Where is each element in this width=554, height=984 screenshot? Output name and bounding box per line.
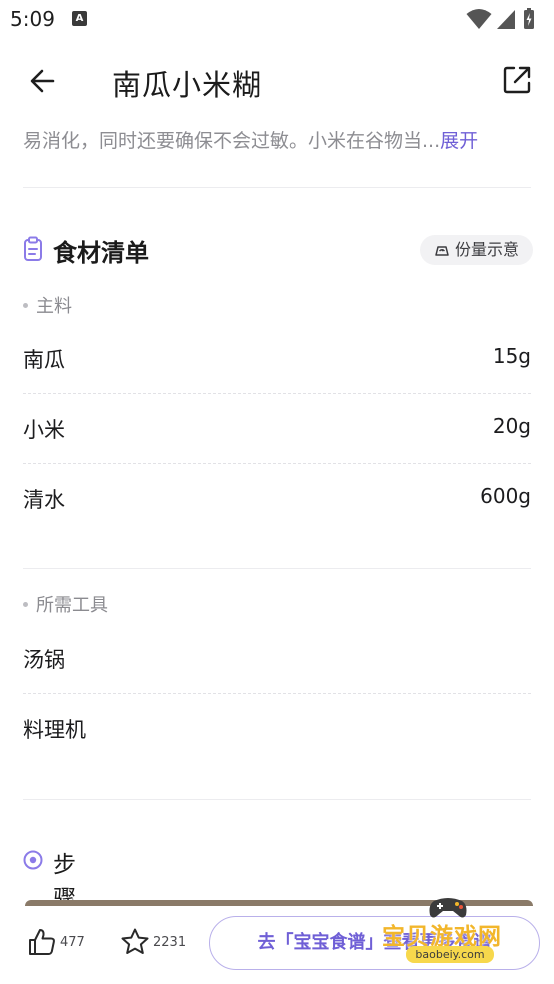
star-icon[interactable]	[120, 927, 150, 957]
description-text: 易消化，同时还要确保不会过敏。小米在谷物当...	[23, 130, 441, 152]
scale-icon	[435, 246, 449, 256]
tool-name: 汤锅	[23, 648, 65, 672]
signal-icon	[497, 10, 515, 29]
share-icon[interactable]	[500, 63, 534, 97]
divider	[23, 187, 531, 188]
back-arrow-icon[interactable]	[26, 64, 60, 98]
thumbs-up-icon[interactable]	[27, 927, 57, 957]
battery-icon	[524, 8, 534, 29]
ingredient-qty: 15g	[492, 344, 531, 368]
status-bar: 5:09 A	[0, 0, 554, 38]
bullet-dot	[23, 302, 28, 308]
page-title: 南瓜小米糊	[112, 68, 263, 102]
target-icon	[23, 850, 43, 870]
recipe-description: 易消化，同时还要确保不会过敏。小米在谷物当...展开	[23, 126, 531, 153]
ingredient-name: 清水	[23, 488, 65, 512]
main-ingredients-text: 主料	[36, 296, 72, 317]
status-icons	[466, 8, 546, 30]
section-title: 食材清单	[53, 239, 149, 267]
portion-guide-button[interactable]: 份量示意	[419, 235, 533, 265]
expand-link[interactable]: 展开	[440, 130, 478, 152]
bottom-action-bar: 477 2231 去「宝宝食谱」查看更多食谱	[0, 906, 554, 984]
ingredient-row: 南瓜 15g	[23, 324, 531, 394]
ingredient-name: 南瓜	[23, 348, 65, 372]
tools-label-text: 所需工具	[36, 595, 108, 616]
divider	[23, 568, 531, 569]
ingredient-row: 清水 600g	[23, 464, 531, 534]
favorite-count: 2231	[153, 935, 187, 950]
tool-row: 汤锅	[23, 624, 531, 694]
status-time: 5:09	[10, 7, 55, 31]
tool-row: 料理机	[23, 694, 531, 764]
wifi-icon	[466, 9, 492, 29]
tools-label: 所需工具	[23, 591, 108, 617]
ingredient-qty: 600g	[480, 484, 531, 508]
ingredient-row: 小米 20g	[23, 394, 531, 464]
ingredients-header: 食材清单 份量示意	[23, 232, 533, 268]
like-count: 477	[60, 935, 85, 950]
main-ingredients-label: 主料	[23, 292, 72, 318]
ingredient-name: 小米	[23, 418, 65, 442]
bullet-dot	[23, 601, 28, 607]
ingredient-qty: 20g	[492, 414, 531, 438]
view-more-recipes-button[interactable]: 去「宝宝食谱」查看更多食谱	[209, 916, 540, 970]
tool-name: 料理机	[23, 718, 86, 742]
clipboard-icon	[24, 236, 42, 261]
portion-guide-label: 份量示意	[454, 240, 519, 259]
app-header: 南瓜小米糊	[0, 52, 554, 110]
divider	[23, 799, 531, 800]
notification-icon: A	[72, 11, 87, 26]
